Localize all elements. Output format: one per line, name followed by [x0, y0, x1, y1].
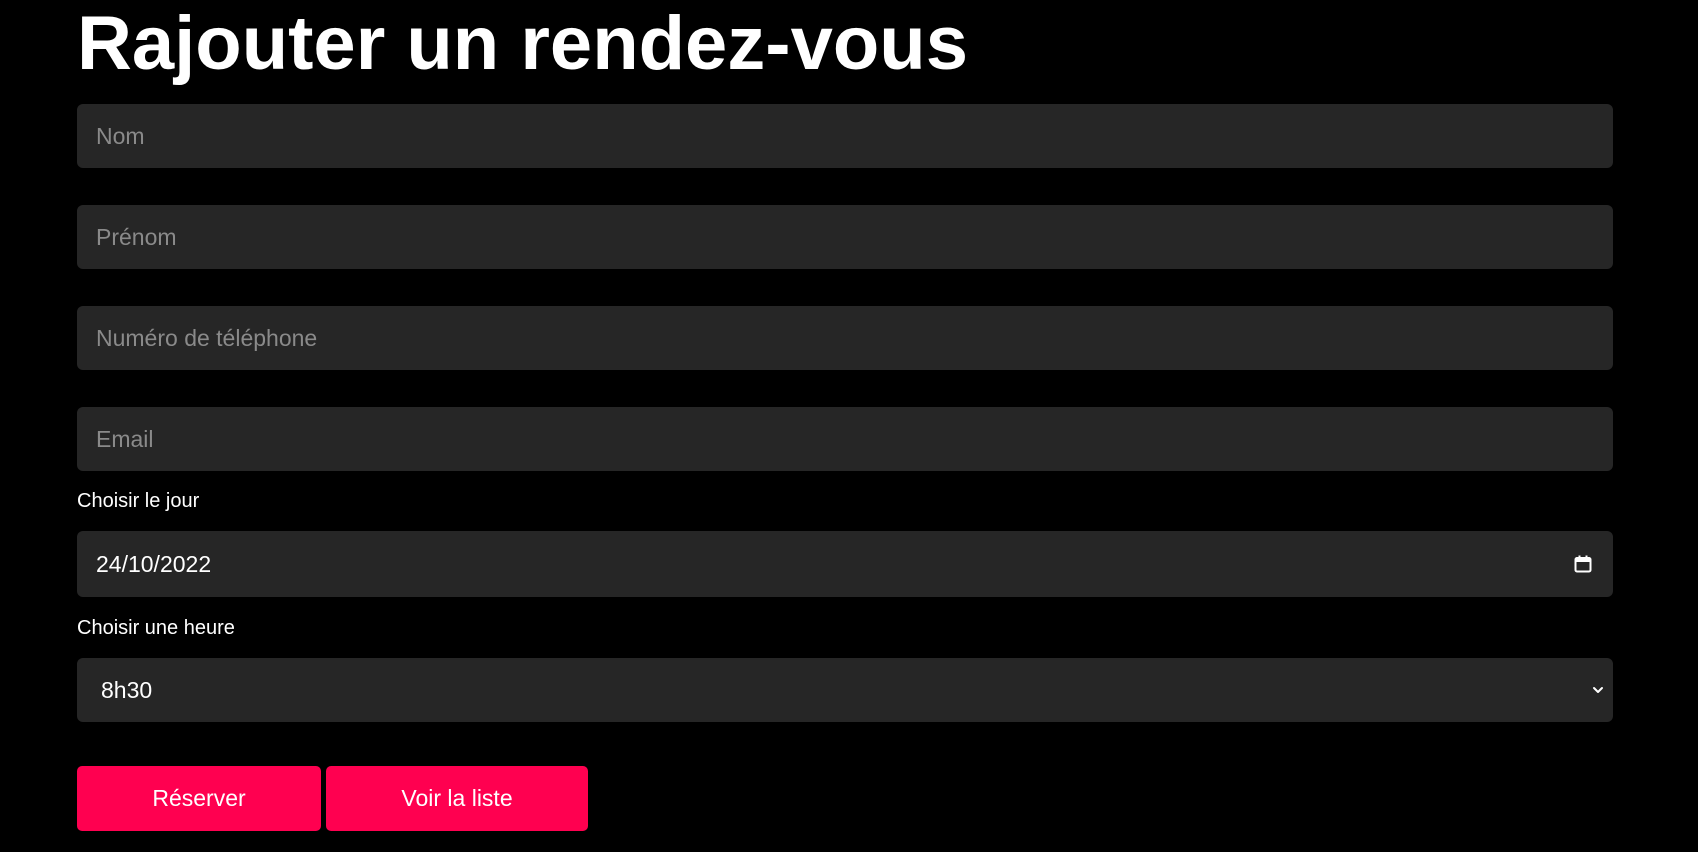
- jour-label: Choisir le jour: [77, 490, 200, 512]
- date-input[interactable]: 24/10/2022: [77, 531, 1613, 597]
- heure-selected-value: 8h30: [101, 677, 153, 703]
- prenom-input[interactable]: [96, 223, 1594, 251]
- page-title: Rajouter un rendez-vous: [77, 1, 968, 86]
- email-input[interactable]: [96, 425, 1594, 453]
- telephone-input[interactable]: [96, 324, 1594, 352]
- nom-field-container: [77, 104, 1613, 168]
- heure-label: Choisir une heure: [77, 617, 235, 639]
- voir-liste-button[interactable]: Voir la liste: [326, 766, 588, 831]
- chevron-down-icon: [1591, 683, 1605, 697]
- nom-input[interactable]: [96, 122, 1594, 150]
- appointment-page: Rajouter un rendez-vous Choisir le jour …: [0, 0, 1698, 852]
- heure-select[interactable]: 8h30: [77, 658, 1613, 722]
- telephone-field-container: [77, 306, 1613, 370]
- reserver-button[interactable]: Réserver: [77, 766, 321, 831]
- calendar-icon[interactable]: [1573, 554, 1593, 574]
- email-field-container: [77, 407, 1613, 471]
- prenom-field-container: [77, 205, 1613, 269]
- date-value: 24/10/2022: [96, 551, 212, 577]
